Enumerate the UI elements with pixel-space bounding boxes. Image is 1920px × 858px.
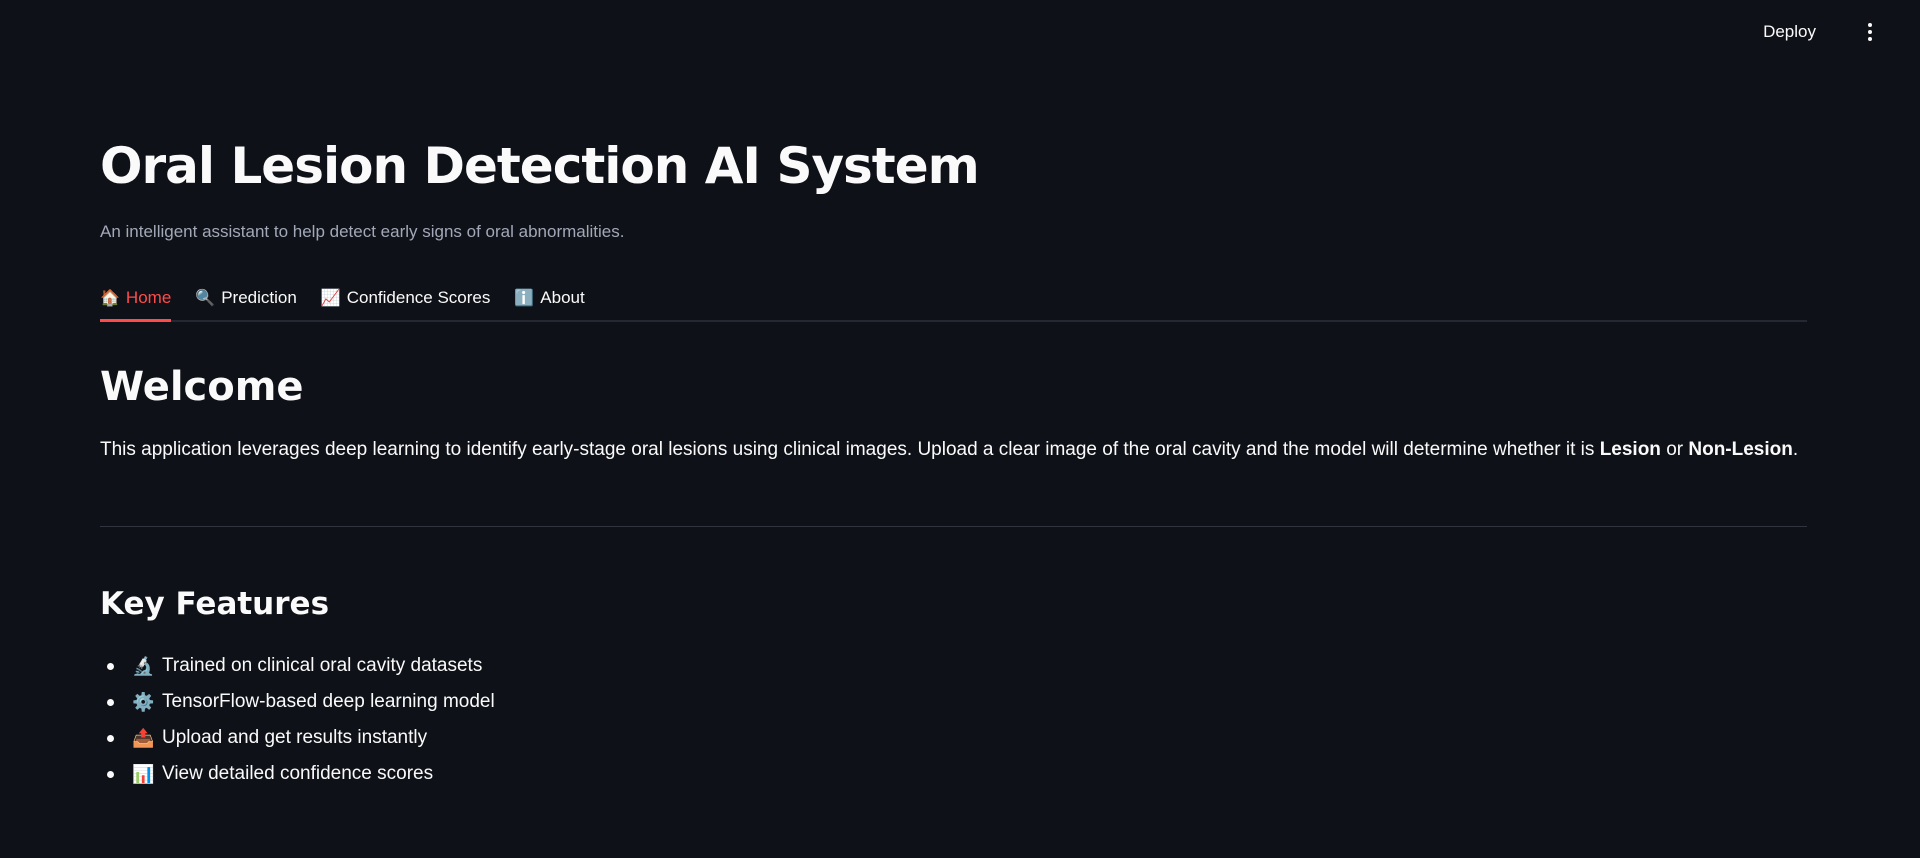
non-lesion-label: Non-Lesion (1688, 439, 1793, 460)
house-icon: 🏠 (100, 290, 120, 307)
welcome-paragraph: This application leverages deep learning… (100, 436, 1798, 464)
bullet-icon (107, 770, 114, 778)
welcome-text-mid: or (1660, 439, 1689, 460)
tab-about[interactable]: ℹ️ About (514, 276, 584, 320)
bullet-icon (107, 662, 114, 670)
features-heading: Key Features (100, 586, 330, 622)
chart-icon: 📈 (320, 290, 341, 307)
page-subtitle: An intelligent assistant to help detect … (100, 222, 625, 241)
tab-label: Prediction (221, 288, 297, 307)
lesion-label: Lesion (1599, 439, 1661, 460)
tab-label: About (540, 288, 585, 307)
page-title: Oral Lesion Detection AI System (100, 137, 980, 195)
tab-label: Home (125, 288, 172, 307)
bullet-icon (107, 698, 114, 706)
welcome-text-end: . (1792, 439, 1799, 460)
list-item: ⚙️ TensorFlow-based deep learning model (100, 684, 495, 720)
tab-home[interactable]: 🏠 Home (100, 276, 172, 322)
bar-chart-icon: 📊 (132, 763, 155, 784)
gear-icon: ⚙️ (132, 691, 155, 712)
divider (100, 526, 1807, 527)
feature-label: TensorFlow-based deep learning model (162, 691, 495, 712)
welcome-heading: Welcome (100, 364, 304, 410)
header-toolbar: Deploy (0, 0, 1920, 64)
bullet-icon (107, 734, 114, 742)
feature-label: View detailed confidence scores (162, 763, 434, 784)
feature-label: Trained on clinical oral cavity datasets (162, 655, 483, 676)
list-item: 📤 Upload and get results instantly (100, 720, 495, 756)
tab-confidence-scores[interactable]: 📈 Confidence Scores (321, 276, 491, 320)
deploy-button[interactable]: Deploy (1763, 20, 1816, 44)
microscope-icon: 🔬 (132, 655, 155, 676)
feature-label: Upload and get results instantly (162, 727, 428, 748)
tab-prediction[interactable]: 🔍 Prediction (195, 276, 297, 320)
welcome-text: This application leverages deep learning… (100, 439, 1600, 460)
list-item: 📊 View detailed confidence scores (100, 756, 495, 792)
list-item: 🔬 Trained on clinical oral cavity datase… (100, 648, 495, 684)
magnifier-icon: 🔍 (195, 290, 216, 307)
main-menu-icon[interactable] (1860, 18, 1880, 46)
upload-icon: 📤 (132, 727, 155, 748)
features-list: 🔬 Trained on clinical oral cavity datase… (100, 648, 495, 792)
tab-label: Confidence Scores (346, 288, 491, 307)
tab-bar: 🏠 Home 🔍 Prediction 📈 Confidence Scores … (100, 276, 1807, 322)
info-icon: ℹ️ (514, 290, 535, 307)
